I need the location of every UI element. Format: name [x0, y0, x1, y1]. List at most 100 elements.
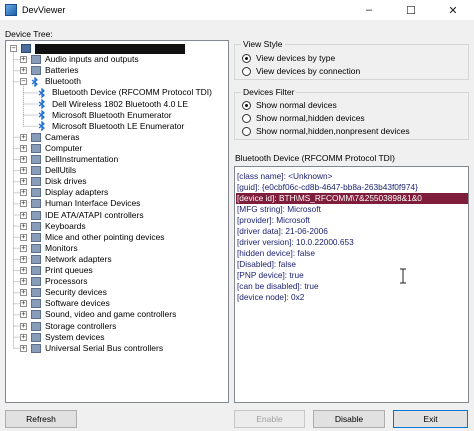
tree-item[interactable]: Dell Wireless 1802 Bluetooth 4.0 LE: [38, 99, 188, 110]
exit-button[interactable]: Exit: [393, 410, 468, 428]
detail-line[interactable]: [driver version]: 10.0.22000.653: [237, 237, 354, 248]
tree-item[interactable]: + Keyboards: [20, 221, 86, 232]
detail-line[interactable]: [PNP device]: true: [237, 270, 304, 281]
tree-item[interactable]: + Sound, video and game controllers: [20, 309, 176, 320]
expand-icon[interactable]: +: [20, 178, 27, 186]
detail-line[interactable]: [can be disabled]: true: [237, 281, 319, 292]
radio-icon[interactable]: [242, 100, 251, 110]
tree-item[interactable]: + Monitors: [20, 243, 78, 254]
tree-item[interactable]: + IDE ATA/ATAPI controllers: [20, 210, 144, 221]
detail-line[interactable]: [device node]: 0x2: [237, 292, 304, 303]
radio-icon[interactable]: [242, 126, 251, 136]
expand-icon[interactable]: +: [20, 278, 27, 286]
tree-root-item[interactable]: −: [10, 43, 185, 54]
tree-item[interactable]: + Computer: [20, 143, 82, 154]
radio-view-by-connection[interactable]: View devices by connection: [242, 66, 360, 76]
radio-show-normal-hidden[interactable]: Show normal,hidden devices: [242, 113, 365, 123]
refresh-button[interactable]: Refresh: [5, 410, 77, 428]
expand-icon[interactable]: +: [20, 133, 27, 141]
minimize-icon[interactable]: –: [348, 0, 390, 20]
expand-icon[interactable]: +: [20, 244, 27, 252]
expand-icon[interactable]: +: [20, 233, 27, 241]
maximize-icon[interactable]: ☐: [390, 0, 432, 20]
tree-item[interactable]: + Security devices: [20, 287, 107, 298]
tree-item[interactable]: Bluetooth Device (RFCOMM Protocol TDI): [38, 87, 212, 98]
expand-icon[interactable]: +: [20, 189, 27, 197]
device-category-icon: [31, 66, 41, 76]
device-tree[interactable]: − + Audio inputs and outputs + Batteries − Blu…: [5, 40, 229, 403]
tree-item[interactable]: + Software devices: [20, 298, 110, 309]
device-details-box[interactable]: [class name]: <Unknown> [guid]: {e0cbf06c…: [234, 166, 469, 403]
expand-icon[interactable]: +: [20, 322, 27, 330]
tree-item-label: Computer: [45, 142, 83, 153]
expand-icon[interactable]: +: [20, 200, 27, 208]
tree-item[interactable]: − Bluetooth: [20, 76, 81, 87]
disable-button[interactable]: Disable: [313, 410, 385, 428]
tree-item-label: Audio inputs and outputs: [45, 54, 139, 65]
expand-icon[interactable]: +: [20, 156, 27, 163]
collapse-icon[interactable]: −: [10, 45, 17, 52]
tree-item-label: Dell Wireless 1802 Bluetooth 4.0 LE: [52, 98, 189, 109]
device-category-icon: [31, 232, 41, 242]
device-tree-label: Device Tree:: [5, 29, 53, 39]
tree-item[interactable]: + DellUtils: [20, 165, 76, 176]
tree-item[interactable]: + System devices: [20, 332, 105, 343]
tree-item[interactable]: + Universal Serial Bus controllers: [20, 343, 163, 354]
radio-show-normal-hidden-nonpresent[interactable]: Show normal,hidden,nonpresent devices: [242, 126, 410, 136]
radio-icon[interactable]: [242, 113, 251, 123]
detail-line-selected[interactable]: [device id]: BTH\MS_RFCOMM\7&25503898&1&…: [236, 193, 468, 204]
tree-item[interactable]: + Audio inputs and outputs: [20, 54, 139, 65]
detail-line[interactable]: [driver data]: 21-06-2006: [237, 226, 328, 237]
expand-icon[interactable]: +: [20, 255, 27, 263]
tree-item[interactable]: + Human Interface Devices: [20, 198, 140, 209]
tree-item[interactable]: + Storage controllers: [20, 321, 116, 332]
enable-button[interactable]: Enable: [234, 410, 305, 428]
radio-icon[interactable]: [242, 53, 251, 63]
tree-item[interactable]: Microsoft Bluetooth LE Enumerator: [38, 121, 184, 132]
radio-icon[interactable]: [242, 66, 251, 76]
expand-icon[interactable]: +: [20, 344, 27, 352]
tree-item[interactable]: + Disk drives: [20, 176, 87, 187]
tree-item[interactable]: + Cameras: [20, 132, 79, 143]
expand-icon[interactable]: +: [20, 211, 27, 219]
expand-icon[interactable]: +: [20, 289, 27, 297]
expand-icon[interactable]: +: [20, 333, 27, 341]
expand-icon[interactable]: +: [20, 56, 27, 64]
detail-line[interactable]: [hidden device]: false: [237, 248, 315, 259]
expand-icon[interactable]: +: [20, 167, 27, 175]
tree-item[interactable]: + Display adapters: [20, 187, 108, 198]
expand-icon[interactable]: +: [20, 222, 27, 230]
tree-item[interactable]: + Processors: [20, 276, 88, 287]
devices-filter-title: Devices Filter: [241, 87, 297, 97]
device-category-icon: [31, 143, 41, 153]
radio-view-by-type[interactable]: View devices by type: [242, 53, 335, 63]
detail-line[interactable]: [MFG string]: Microsoft: [237, 204, 321, 215]
expand-icon[interactable]: +: [20, 267, 27, 274]
tree-item[interactable]: + Print queues: [20, 265, 93, 276]
tree-item-label: Monitors: [45, 242, 78, 253]
detail-line[interactable]: [class name]: <Unknown>: [237, 171, 332, 182]
tree-item-label: Sound, video and game controllers: [45, 309, 177, 320]
detail-line[interactable]: [Disabled]: false: [237, 259, 296, 270]
tree-item[interactable]: + Batteries: [20, 65, 79, 76]
expand-icon[interactable]: +: [20, 311, 27, 319]
tree-item[interactable]: + DellInstrumentation: [20, 154, 118, 165]
tree-item[interactable]: Microsoft Bluetooth Enumerator: [38, 110, 172, 121]
tree-item[interactable]: + Network adapters: [20, 254, 112, 265]
tree-item-label: DellUtils: [45, 165, 77, 176]
detail-line[interactable]: [provider]: Microsoft: [237, 215, 310, 226]
expand-icon[interactable]: +: [20, 144, 27, 152]
close-icon[interactable]: ✕: [432, 0, 474, 20]
tree-item-label: Bluetooth: [45, 76, 81, 87]
tree-item[interactable]: + Mice and other pointing devices: [20, 232, 165, 243]
radio-show-normal[interactable]: Show normal devices: [242, 100, 337, 110]
collapse-icon[interactable]: −: [20, 78, 27, 86]
device-category-icon: [31, 188, 41, 198]
device-category-icon: [31, 332, 41, 342]
device-category-icon: [31, 299, 41, 309]
bluetooth-icon: [38, 121, 48, 132]
expand-icon[interactable]: +: [20, 300, 27, 308]
device-category-icon: [31, 221, 41, 231]
expand-icon[interactable]: +: [20, 67, 27, 75]
detail-line[interactable]: [guid]: {e0cbf06c-cd8b-4647-bb8a-263b43f…: [237, 182, 418, 193]
